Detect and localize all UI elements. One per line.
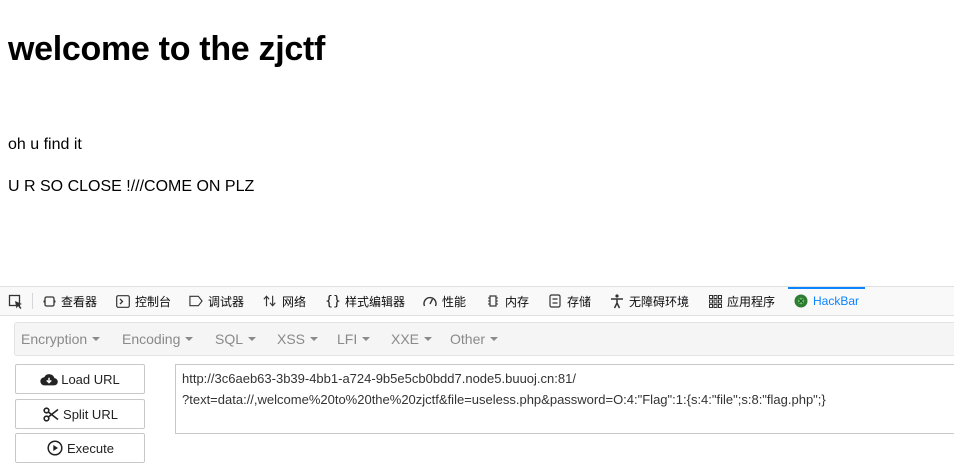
devtools-toolbar: 查看器 控制台 调试器 网络 {} 样式编辑器 性能 内存 存储 无障碍环境 应…: [0, 287, 954, 316]
caret-down-icon: [424, 337, 433, 341]
tab-label: 网络: [282, 294, 307, 309]
tab-network[interactable]: 网络: [263, 287, 306, 315]
tab-console[interactable]: 控制台: [116, 287, 171, 315]
tab-hackbar[interactable]: HackBar: [787, 287, 866, 315]
tab-label: 内存: [505, 294, 530, 309]
network-icon: [263, 294, 277, 308]
performance-icon: [423, 294, 437, 308]
storage-icon: [548, 294, 562, 308]
tab-performance[interactable]: 性能: [423, 287, 466, 315]
url-line-2: ?text=data://,welcome%20to%20the%20zjctf…: [182, 392, 826, 407]
tab-label: 控制台: [135, 294, 172, 309]
caret-down-icon: [362, 337, 371, 341]
page-text-line-1: oh u find it: [8, 136, 82, 153]
inspector-icon: [42, 294, 56, 308]
tab-memory[interactable]: 内存: [486, 287, 529, 315]
menu-label: LFI: [337, 331, 358, 347]
accessibility-icon: [610, 293, 624, 308]
execute-button[interactable]: Execute: [15, 433, 145, 463]
caret-down-icon: [310, 337, 319, 341]
tab-label: HackBar: [813, 294, 860, 308]
tab-storage[interactable]: 存储: [548, 287, 591, 315]
application-icon: [708, 294, 722, 308]
style-editor-icon: {}: [325, 293, 341, 309]
page-heading: welcome to the zjctf: [8, 30, 326, 68]
element-picker-icon[interactable]: [8, 294, 24, 310]
page-text-line-2: U R SO CLOSE !///COME ON PLZ: [8, 178, 255, 195]
hackbar-menu: Encryption Encoding SQL XSS LFI XXE Othe…: [14, 322, 954, 356]
devtools-panel: 查看器 控制台 调试器 网络 {} 样式编辑器 性能 内存 存储 无障碍环境 应…: [0, 286, 954, 463]
tab-label: 调试器: [208, 294, 245, 309]
url-line-1: http://3c6aeb63-3b39-4bb1-a724-9b5e5cb0b…: [182, 371, 576, 386]
caret-down-icon: [92, 337, 101, 341]
tab-label: 查看器: [61, 294, 98, 309]
menu-encoding[interactable]: Encoding: [122, 323, 194, 355]
tab-label: 存储: [567, 294, 592, 309]
scissors-icon: [42, 406, 60, 422]
tab-label: 应用程序: [727, 294, 776, 309]
menu-label: XSS: [277, 331, 306, 347]
tab-inspector[interactable]: 查看器: [42, 287, 97, 315]
menu-sql[interactable]: SQL: [215, 323, 257, 355]
tab-accessibility[interactable]: 无障碍环境: [610, 287, 689, 315]
tab-application[interactable]: 应用程序: [708, 287, 775, 315]
menu-lfi[interactable]: LFI: [337, 323, 371, 355]
menu-other[interactable]: Other: [450, 323, 499, 355]
play-circle-icon: [46, 440, 64, 456]
tab-label: 无障碍环境: [629, 294, 690, 309]
menu-label: SQL: [215, 331, 244, 347]
button-label: Load URL: [61, 371, 120, 387]
button-label: Execute: [67, 440, 114, 456]
split-url-button[interactable]: Split URL: [15, 399, 145, 429]
toolbar-divider: [32, 293, 33, 309]
console-icon: [116, 294, 130, 308]
load-url-button[interactable]: Load URL: [15, 364, 145, 394]
caret-down-icon: [490, 337, 499, 341]
button-label: Split URL: [63, 406, 118, 422]
tab-debugger[interactable]: 调试器: [189, 287, 244, 315]
cloud-download-icon: [40, 371, 59, 387]
menu-label: Encoding: [122, 331, 181, 347]
debugger-icon: [189, 294, 203, 308]
caret-down-icon: [248, 337, 257, 341]
tab-label: 样式编辑器: [345, 294, 406, 309]
menu-label: XXE: [391, 331, 420, 347]
menu-xss[interactable]: XSS: [277, 323, 319, 355]
menu-xxe[interactable]: XXE: [391, 323, 433, 355]
menu-label: Other: [450, 331, 486, 347]
url-textarea[interactable]: http://3c6aeb63-3b39-4bb1-a724-9b5e5cb0b…: [175, 364, 954, 434]
memory-icon: [486, 294, 500, 308]
menu-label: Encryption: [21, 331, 88, 347]
tab-label: 性能: [442, 294, 467, 309]
hackbar-icon: [794, 294, 808, 308]
menu-encryption[interactable]: Encryption: [21, 323, 101, 355]
caret-down-icon: [185, 337, 194, 341]
tab-style-editor[interactable]: {} 样式编辑器: [325, 287, 406, 315]
web-page-content: welcome to the zjctf oh u find it U R SO…: [0, 0, 954, 286]
